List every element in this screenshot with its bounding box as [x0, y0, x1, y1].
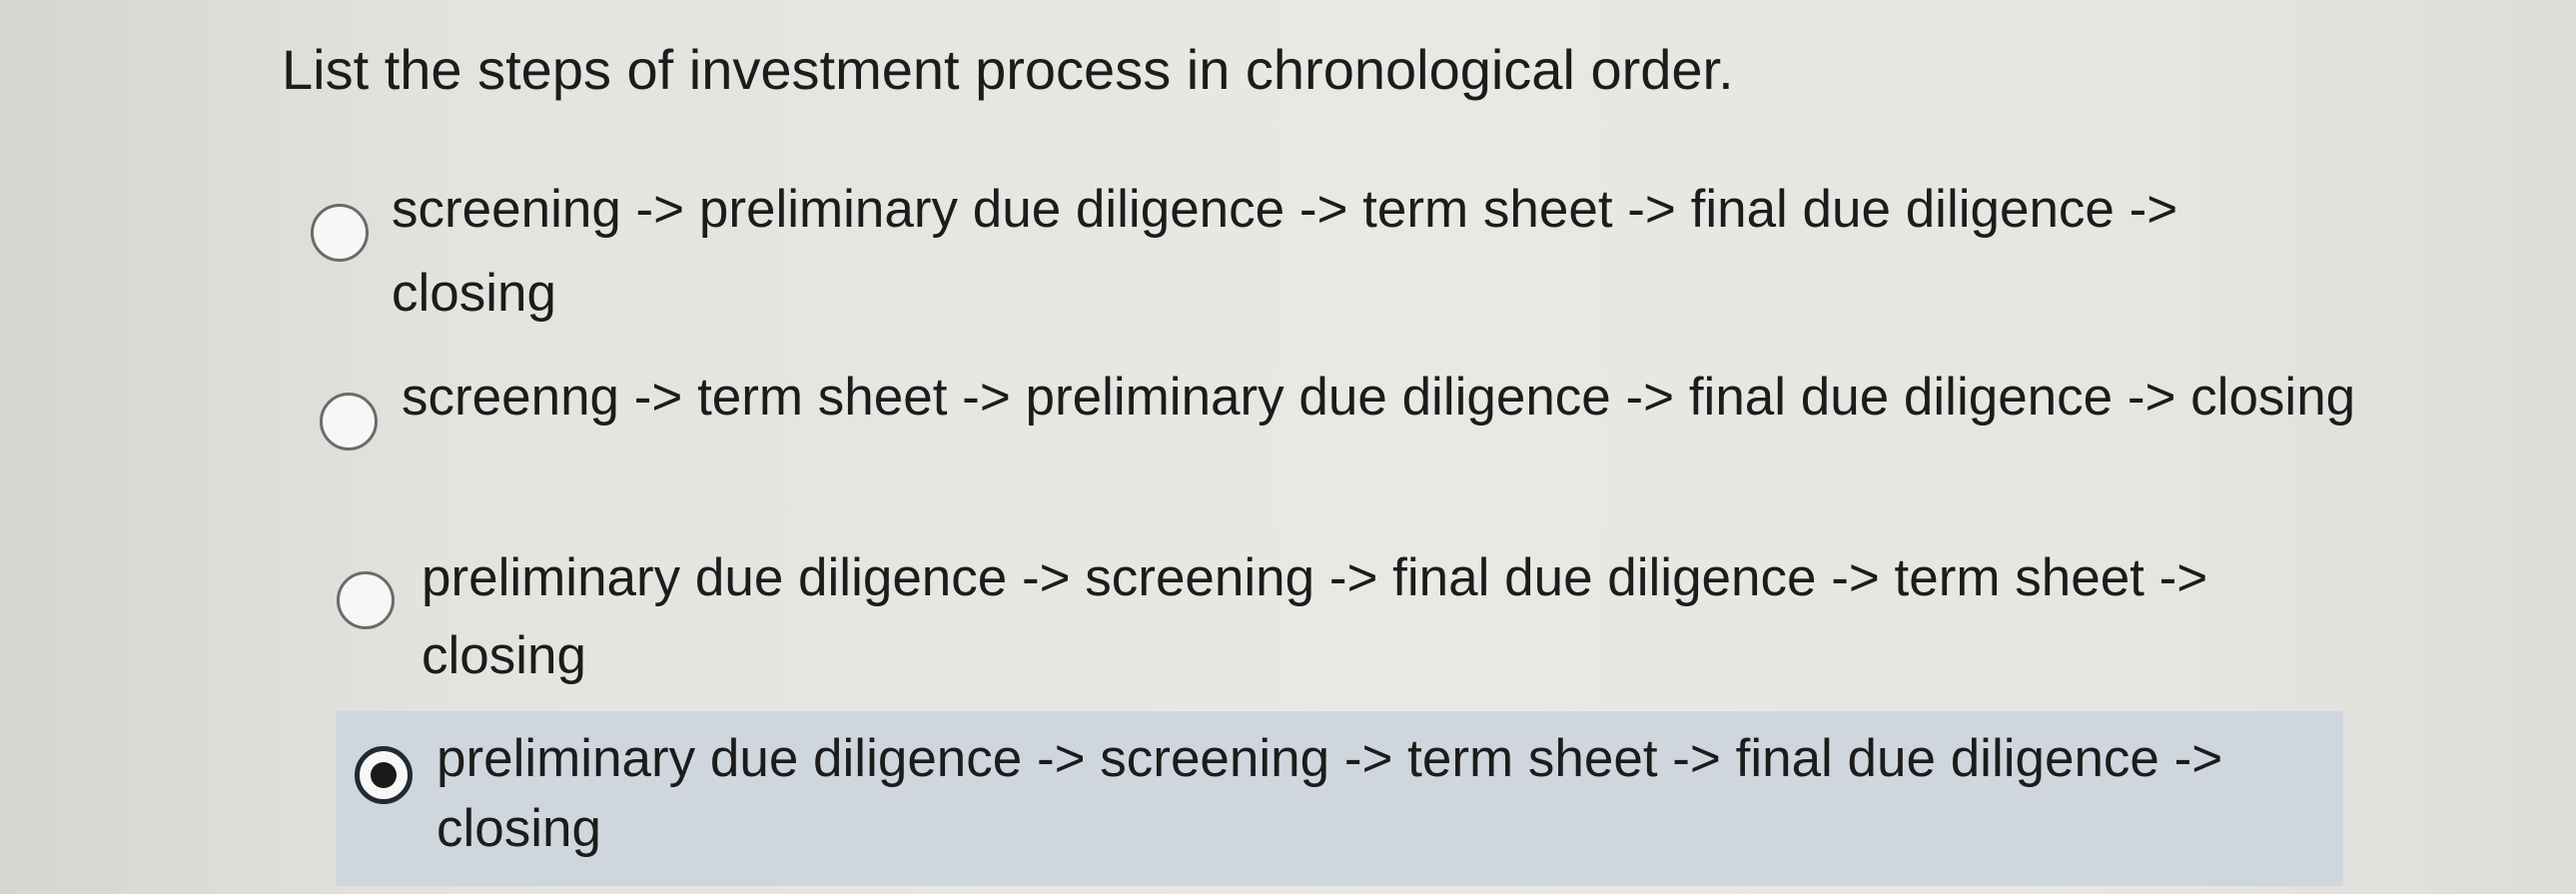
- answer-option-4: preliminary due diligence -> screening -…: [0, 0, 2576, 894]
- option-2-label[interactable]: screenng -> term sheet -> preliminary du…: [402, 356, 2359, 440]
- radio-button-option-2[interactable]: [320, 393, 378, 450]
- question-text: List the steps of investment process in …: [282, 38, 1734, 101]
- radio-button-option-3[interactable]: [337, 571, 395, 629]
- option-3-label[interactable]: preliminary due diligence -> screening -…: [422, 539, 2379, 695]
- option-4-label[interactable]: preliminary due diligence -> screening -…: [436, 724, 2394, 864]
- radio-selected-dot-icon: [371, 762, 397, 788]
- option-1-label[interactable]: screening -> preliminary due diligence -…: [392, 168, 2349, 336]
- radio-button-option-4-selected[interactable]: [355, 746, 413, 804]
- radio-button-option-1[interactable]: [311, 204, 369, 262]
